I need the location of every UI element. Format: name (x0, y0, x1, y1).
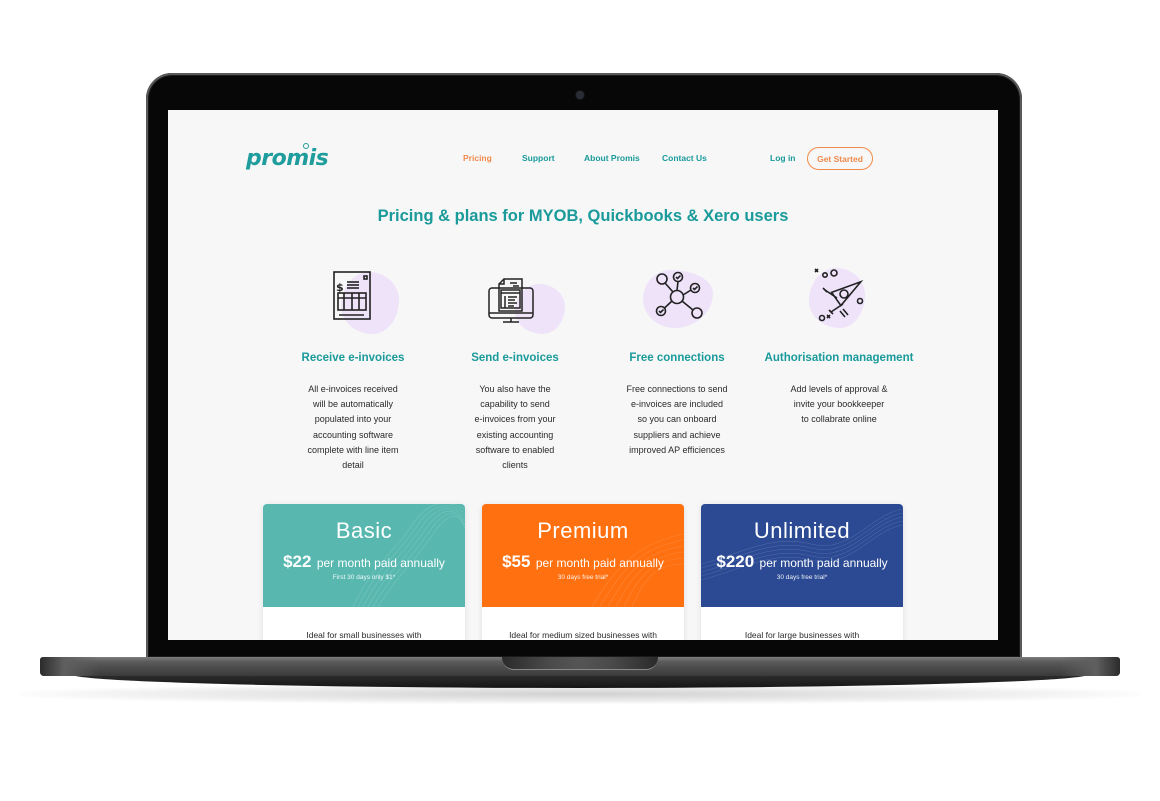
plan-period: per month paid annually (316, 556, 445, 570)
feature-title: Send e-invoices (471, 352, 559, 364)
plan-price: $22 (283, 552, 312, 571)
plan-card-unlimited[interactable]: Unlimited $220 per month paid annually 3… (701, 504, 903, 640)
svg-text:$: $ (336, 281, 344, 294)
nav-support[interactable]: Support (522, 153, 555, 163)
network-nodes-icon (655, 271, 703, 319)
plan-price: $55 (502, 552, 531, 571)
login-link[interactable]: Log in (770, 153, 796, 163)
logo-dot-icon (303, 143, 309, 149)
plan-price: $220 (716, 552, 755, 571)
feature-description: All e-invoices received will be automati… (307, 384, 399, 471)
plan-name: Unlimited (753, 518, 851, 543)
feature-description: Add levels of approval & invite your boo… (790, 384, 888, 425)
feature-title: Receive e-invoices (301, 352, 405, 364)
invoice-document-icon: $ (333, 271, 371, 320)
plan-note: 30 days free trial* (776, 574, 828, 581)
feature-title: Free connections (629, 352, 725, 364)
plan-description: Ideal for large businesses with (744, 630, 860, 640)
nav-pricing[interactable]: Pricing (463, 153, 492, 163)
feature-authorisation-management: Authorisation management Add levels of a… (754, 262, 924, 428)
feature-send-einvoices: Send e-invoices You also have the capabi… (430, 262, 600, 473)
feature-receive-einvoices: $ Receive e-invoices All e-invoices rece… (268, 262, 438, 473)
plan-header: Basic $22 per month paid annually First … (263, 504, 465, 607)
plan-price-line: $22 per month paid annually (263, 552, 465, 572)
plan-price-line: $55 per month paid annually (482, 552, 684, 572)
monitor-invoice-icon (488, 278, 534, 323)
plan-name: Premium (537, 518, 629, 543)
plan-period: per month paid annually (759, 556, 888, 570)
feature-description: You also have the capability to send e-i… (474, 384, 556, 471)
page-title: Pricing & plans for MYOB, Quickbooks & X… (377, 207, 789, 225)
plan-name: Basic (335, 518, 393, 543)
website-screen: promis Pricing Support About Promis Cont… (168, 110, 998, 640)
rocket-icon (814, 268, 864, 322)
nav-contact-us[interactable]: Contact Us (662, 153, 707, 163)
promis-logo[interactable]: promis (246, 146, 329, 171)
plan-period: per month paid annually (535, 556, 664, 570)
webcam (576, 91, 584, 99)
feature-description: Free connections to send e-invoices are … (626, 384, 728, 455)
plan-header: Unlimited $220 per month paid annually 3… (701, 504, 903, 607)
plan-header: Premium $55 per month paid annually 30 d… (482, 504, 684, 607)
feature-title: Authorisation management (764, 352, 914, 364)
plan-description: Ideal for medium sized businesses with (509, 630, 657, 640)
feature-free-connections: Free connections Free connections to sen… (592, 262, 762, 458)
plan-card-premium[interactable]: Premium $55 per month paid annually 30 d… (482, 504, 684, 640)
nav-about-promis[interactable]: About Promis (584, 153, 640, 163)
get-started-button[interactable]: Get Started (807, 147, 873, 170)
plan-price-line: $220 per month paid annually (701, 552, 903, 572)
laptop-hinge-notch (502, 657, 658, 670)
plan-note: 30 days free trial* (557, 574, 609, 581)
plan-note: First 30 days only $1* (332, 574, 396, 581)
plan-card-basic[interactable]: Basic $22 per month paid annually First … (263, 504, 465, 640)
plan-description: Ideal for small businesses with (306, 630, 422, 640)
